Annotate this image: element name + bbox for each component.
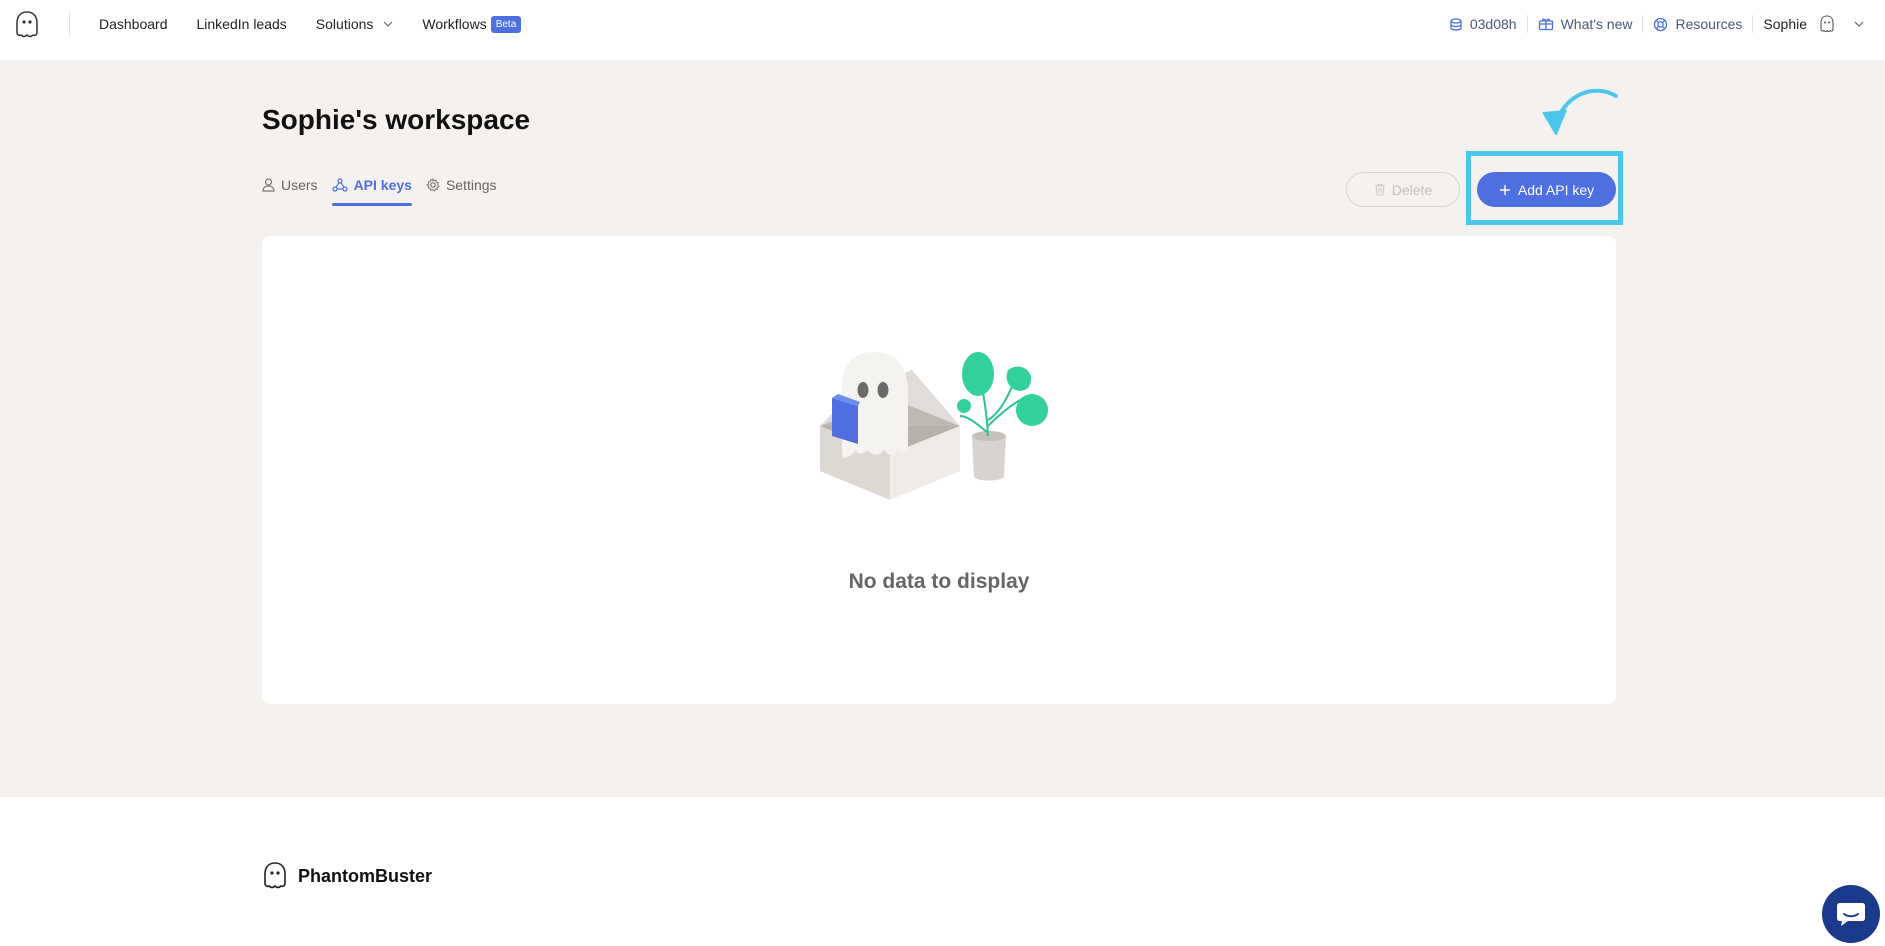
coins-icon xyxy=(1450,17,1462,31)
tab-api-keys-label: API keys xyxy=(353,177,412,193)
nav-solutions[interactable]: Solutions xyxy=(316,16,394,32)
whats-new-label: What's new xyxy=(1560,16,1633,32)
gear-icon xyxy=(425,178,440,192)
nav-links: Dashboard LinkedIn leads Solutions Workf… xyxy=(99,0,550,48)
nav-right: 03d08h What's new Resources Sophie xyxy=(1448,0,1871,48)
user-menu[interactable]: Sophie xyxy=(1763,14,1871,34)
time-remaining-label: 03d08h xyxy=(1469,16,1517,32)
resources-link[interactable]: Resources xyxy=(1653,16,1742,32)
plus-icon xyxy=(1499,184,1510,195)
whats-new-link[interactable]: What's new xyxy=(1538,16,1633,32)
nav-right-divider xyxy=(1526,15,1528,33)
empty-state-illustration xyxy=(820,352,1048,500)
time-remaining[interactable]: 03d08h xyxy=(1448,16,1517,32)
chat-button[interactable] xyxy=(1822,885,1880,943)
chevron-down-icon xyxy=(383,21,393,27)
tab-users-label: Users xyxy=(281,177,318,193)
add-api-key-label: Add API key xyxy=(1517,181,1595,198)
lifebuoy-icon xyxy=(1654,17,1668,31)
nav-solutions-label: Solutions xyxy=(315,16,374,32)
delete-label: Delete xyxy=(1391,181,1433,198)
api-keys-card: No data to display xyxy=(262,236,1616,704)
user-icon xyxy=(262,178,275,192)
nav-dashboard-label: Dashboard xyxy=(99,16,168,32)
top-navigation: Dashboard LinkedIn leads Solutions Workf… xyxy=(0,0,1885,60)
footer: PhantomBuster xyxy=(0,797,1885,946)
nav-right-divider xyxy=(1642,15,1644,33)
page-title: Sophie's workspace xyxy=(262,104,531,135)
beta-badge: Beta xyxy=(490,15,522,33)
nav-workflows-label: Workflows xyxy=(422,16,487,32)
nav-right-divider xyxy=(1752,15,1754,33)
avatar xyxy=(1820,15,1834,33)
empty-state-message: No data to display xyxy=(848,570,1030,593)
nav-dashboard[interactable]: Dashboard xyxy=(99,16,168,32)
resources-label: Resources xyxy=(1675,16,1743,32)
phantombuster-logo-icon xyxy=(264,862,286,889)
user-name: Sophie xyxy=(1763,16,1807,32)
footer-brand-label: PhantomBuster xyxy=(298,865,433,886)
nav-workflows[interactable]: Workflows Beta xyxy=(422,15,522,33)
nav-linkedin-leads-label: LinkedIn leads xyxy=(196,16,287,32)
tab-users[interactable]: Users xyxy=(262,168,318,202)
api-icon xyxy=(331,178,348,192)
chat-icon xyxy=(1837,903,1865,926)
workspace-main: Sophie's workspace Users API keys Settin… xyxy=(0,60,1885,797)
footer-brand[interactable]: PhantomBuster xyxy=(262,861,432,891)
workspace-tabs: Users API keys Settings xyxy=(262,168,511,206)
add-api-key-button[interactable]: Add API key xyxy=(1477,172,1616,207)
nav-linkedin-leads[interactable]: LinkedIn leads xyxy=(197,16,287,32)
pointer-arrow-icon xyxy=(1542,88,1618,135)
tab-settings[interactable]: Settings xyxy=(425,168,497,202)
nav-divider xyxy=(69,12,70,36)
tab-settings-label: Settings xyxy=(445,177,497,193)
tab-api-keys[interactable]: API keys xyxy=(331,168,413,206)
gift-icon xyxy=(1538,18,1553,31)
trash-icon xyxy=(1374,183,1385,196)
phantombuster-logo-icon[interactable] xyxy=(14,10,40,40)
delete-button[interactable]: Delete xyxy=(1346,172,1460,207)
chevron-down-icon xyxy=(1854,21,1864,27)
